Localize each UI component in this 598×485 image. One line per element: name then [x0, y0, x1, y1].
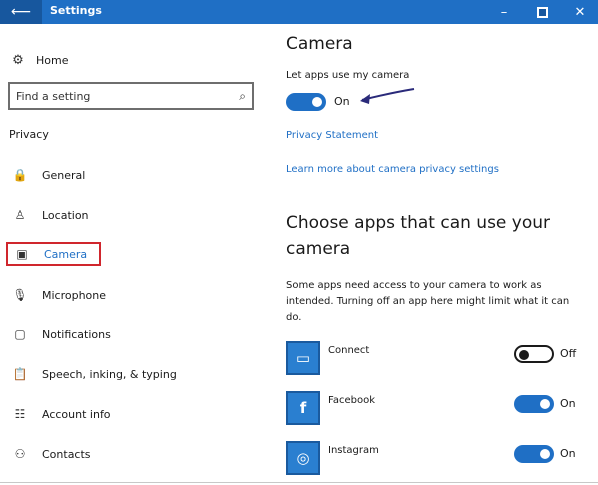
privacy-statement-link[interactable]: Privacy Statement	[286, 130, 378, 141]
toggle-knob	[540, 449, 550, 459]
lock-icon: 🔒	[12, 168, 28, 182]
toggle-knob	[312, 97, 322, 107]
app-row-facebook: f Facebook On	[286, 391, 592, 427]
facebook-app-icon: f	[286, 391, 320, 425]
connect-state: Off	[560, 347, 577, 360]
instagram-app-icon: ◎	[286, 441, 320, 475]
maximize-button[interactable]	[522, 0, 562, 24]
app-name: Facebook	[328, 395, 375, 406]
sidebar-item-label: Account info	[42, 407, 111, 421]
camera-access-toggle[interactable]	[286, 93, 326, 111]
sidebar-item-notifications[interactable]: ▢ Notifications	[6, 322, 256, 346]
connect-app-icon: ▭	[286, 341, 320, 375]
notifications-icon: ▢	[14, 327, 26, 341]
sidebar-item-label: Speech, inking, & typing	[42, 367, 177, 381]
search-box[interactable]: ⌕	[8, 82, 254, 110]
choose-apps-heading: Choose apps that can use your camera	[286, 213, 551, 259]
toggle-knob	[519, 350, 529, 360]
sidebar-item-home[interactable]: ⚙ Home	[10, 50, 68, 70]
speech-icon: 📋	[12, 367, 28, 381]
close-button[interactable]: ✕	[560, 0, 598, 24]
sidebar-item-camera[interactable]: ▣ Camera	[6, 242, 101, 266]
sidebar-item-location[interactable]: ♙ Location	[6, 203, 256, 227]
sidebar-item-label: Contacts	[42, 447, 91, 461]
page-title: Camera	[286, 34, 353, 54]
instagram-state: On	[560, 447, 576, 460]
sidebar-item-account-info[interactable]: ☷ Account info	[6, 402, 256, 426]
bottom-divider	[0, 482, 598, 483]
app-name: Connect	[328, 345, 370, 356]
sidebar-item-speech[interactable]: 📋 Speech, inking, & typing	[6, 362, 256, 386]
minimize-button[interactable]: –	[484, 0, 524, 24]
sidebar-item-label: Microphone	[42, 288, 107, 302]
sidebar-item-microphone[interactable]: 🎙 Microphone	[6, 283, 256, 307]
connect-toggle[interactable]	[514, 345, 554, 363]
sidebar-item-label: Camera	[44, 247, 88, 261]
app-row-instagram: ◎ Instagram On	[286, 441, 592, 477]
microphone-icon: 🎙	[12, 288, 28, 302]
instagram-toggle[interactable]	[514, 445, 554, 463]
toggle-knob	[540, 399, 550, 409]
main-content: Camera Let apps use my camera On Privacy…	[286, 24, 592, 485]
location-icon: ♙	[14, 208, 26, 222]
camera-icon: ▣	[16, 247, 28, 261]
annotation-arrow-icon	[360, 88, 415, 104]
sidebar-item-label: General	[42, 168, 86, 182]
camera-access-state: On	[334, 95, 350, 108]
app-name: Instagram	[328, 445, 379, 456]
sidebar: ⚙ Home ⌕ Privacy 🔒 General ♙ Location ▣ …	[0, 24, 268, 485]
sidebar-item-contacts[interactable]: ⚇ Contacts	[6, 442, 256, 466]
gear-icon: ⚙	[12, 52, 24, 68]
facebook-toggle[interactable]	[514, 395, 554, 413]
contacts-icon: ⚇	[14, 447, 26, 461]
description-text: Some apps need access to your camera to …	[286, 280, 570, 323]
sidebar-item-label: Location	[42, 208, 89, 222]
sidebar-item-label: Notifications	[42, 327, 111, 341]
learn-more-link[interactable]: Learn more about camera privacy settings	[286, 164, 499, 175]
app-row-connect: ▭ Connect Off	[286, 341, 592, 377]
sidebar-item-label: Home	[36, 53, 69, 67]
account-info-icon: ☷	[14, 407, 26, 421]
search-input[interactable]	[16, 89, 240, 103]
maximize-icon	[536, 6, 548, 18]
let-apps-label: Let apps use my camera	[286, 70, 410, 81]
sidebar-item-general[interactable]: 🔒 General	[6, 163, 256, 187]
search-icon[interactable]: ⌕	[239, 89, 246, 104]
facebook-state: On	[560, 397, 576, 410]
section-label-privacy: Privacy	[9, 128, 49, 141]
back-arrow-icon[interactable]: ⟵	[0, 0, 42, 24]
window-title: Settings	[50, 4, 102, 17]
title-bar: ⟵ Settings – ✕	[0, 0, 598, 24]
